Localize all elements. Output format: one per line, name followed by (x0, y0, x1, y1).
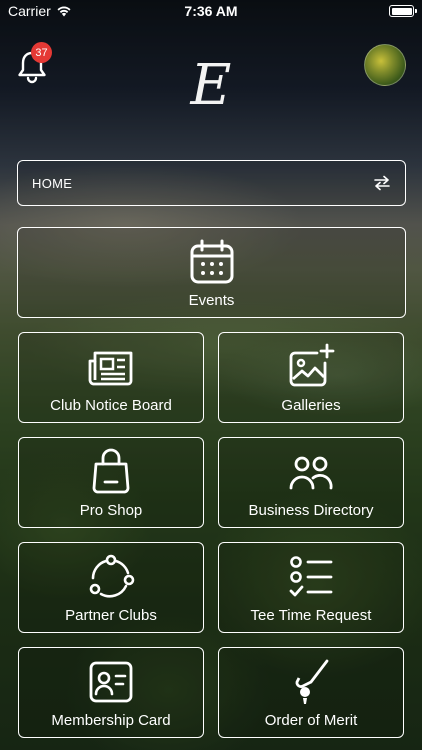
people-icon (289, 456, 333, 490)
tile-label: Business Directory (248, 502, 374, 519)
tile-label: Tee Time Request (250, 607, 372, 624)
tile-label: Pro Shop (79, 502, 143, 519)
battery-icon (389, 5, 417, 17)
tile-events[interactable]: Events (17, 227, 406, 318)
section-selector[interactable]: HOME (17, 160, 406, 206)
tile-label: Membership Card (51, 712, 171, 729)
tile-label: Galleries (281, 397, 341, 414)
tile-label: Partner Clubs (65, 607, 157, 624)
swap-arrows-icon (374, 175, 390, 191)
tile-galleries[interactable]: Galleries (218, 332, 404, 423)
club-logo: E (190, 53, 232, 118)
wifi-icon (57, 6, 71, 17)
tile-partner-clubs[interactable]: Partner Clubs (18, 542, 204, 633)
shopping-bag-icon (92, 448, 130, 494)
header: 37 E (0, 40, 422, 120)
tile-label: Club Notice Board (50, 397, 172, 414)
network-icon (89, 554, 135, 598)
tile-label: Order of Merit (264, 712, 358, 729)
tile-label: Events (188, 292, 235, 309)
notification-badge: 37 (31, 42, 52, 63)
id-card-icon (89, 661, 133, 703)
section-selector-label: HOME (32, 175, 73, 191)
tile-pro-shop[interactable]: Pro Shop (18, 437, 204, 528)
tile-club-notice-board[interactable]: Club Notice Board (18, 332, 204, 423)
calendar-icon (190, 239, 233, 284)
tile-order-of-merit[interactable]: Order of Merit (218, 647, 404, 738)
status-bar: Carrier 7:36 AM (0, 0, 422, 22)
tile-tee-time-request[interactable]: Tee Time Request (218, 542, 404, 633)
avatar[interactable] (364, 44, 406, 86)
checklist-icon (289, 556, 333, 597)
golf-club-icon (295, 659, 329, 704)
tile-membership-card[interactable]: Membership Card (18, 647, 204, 738)
carrier-label: Carrier (8, 3, 51, 19)
tile-business-directory[interactable]: Business Directory (218, 437, 404, 528)
status-left: Carrier (8, 3, 72, 19)
newspaper-icon (88, 351, 133, 386)
gallery-add-icon (289, 343, 335, 387)
